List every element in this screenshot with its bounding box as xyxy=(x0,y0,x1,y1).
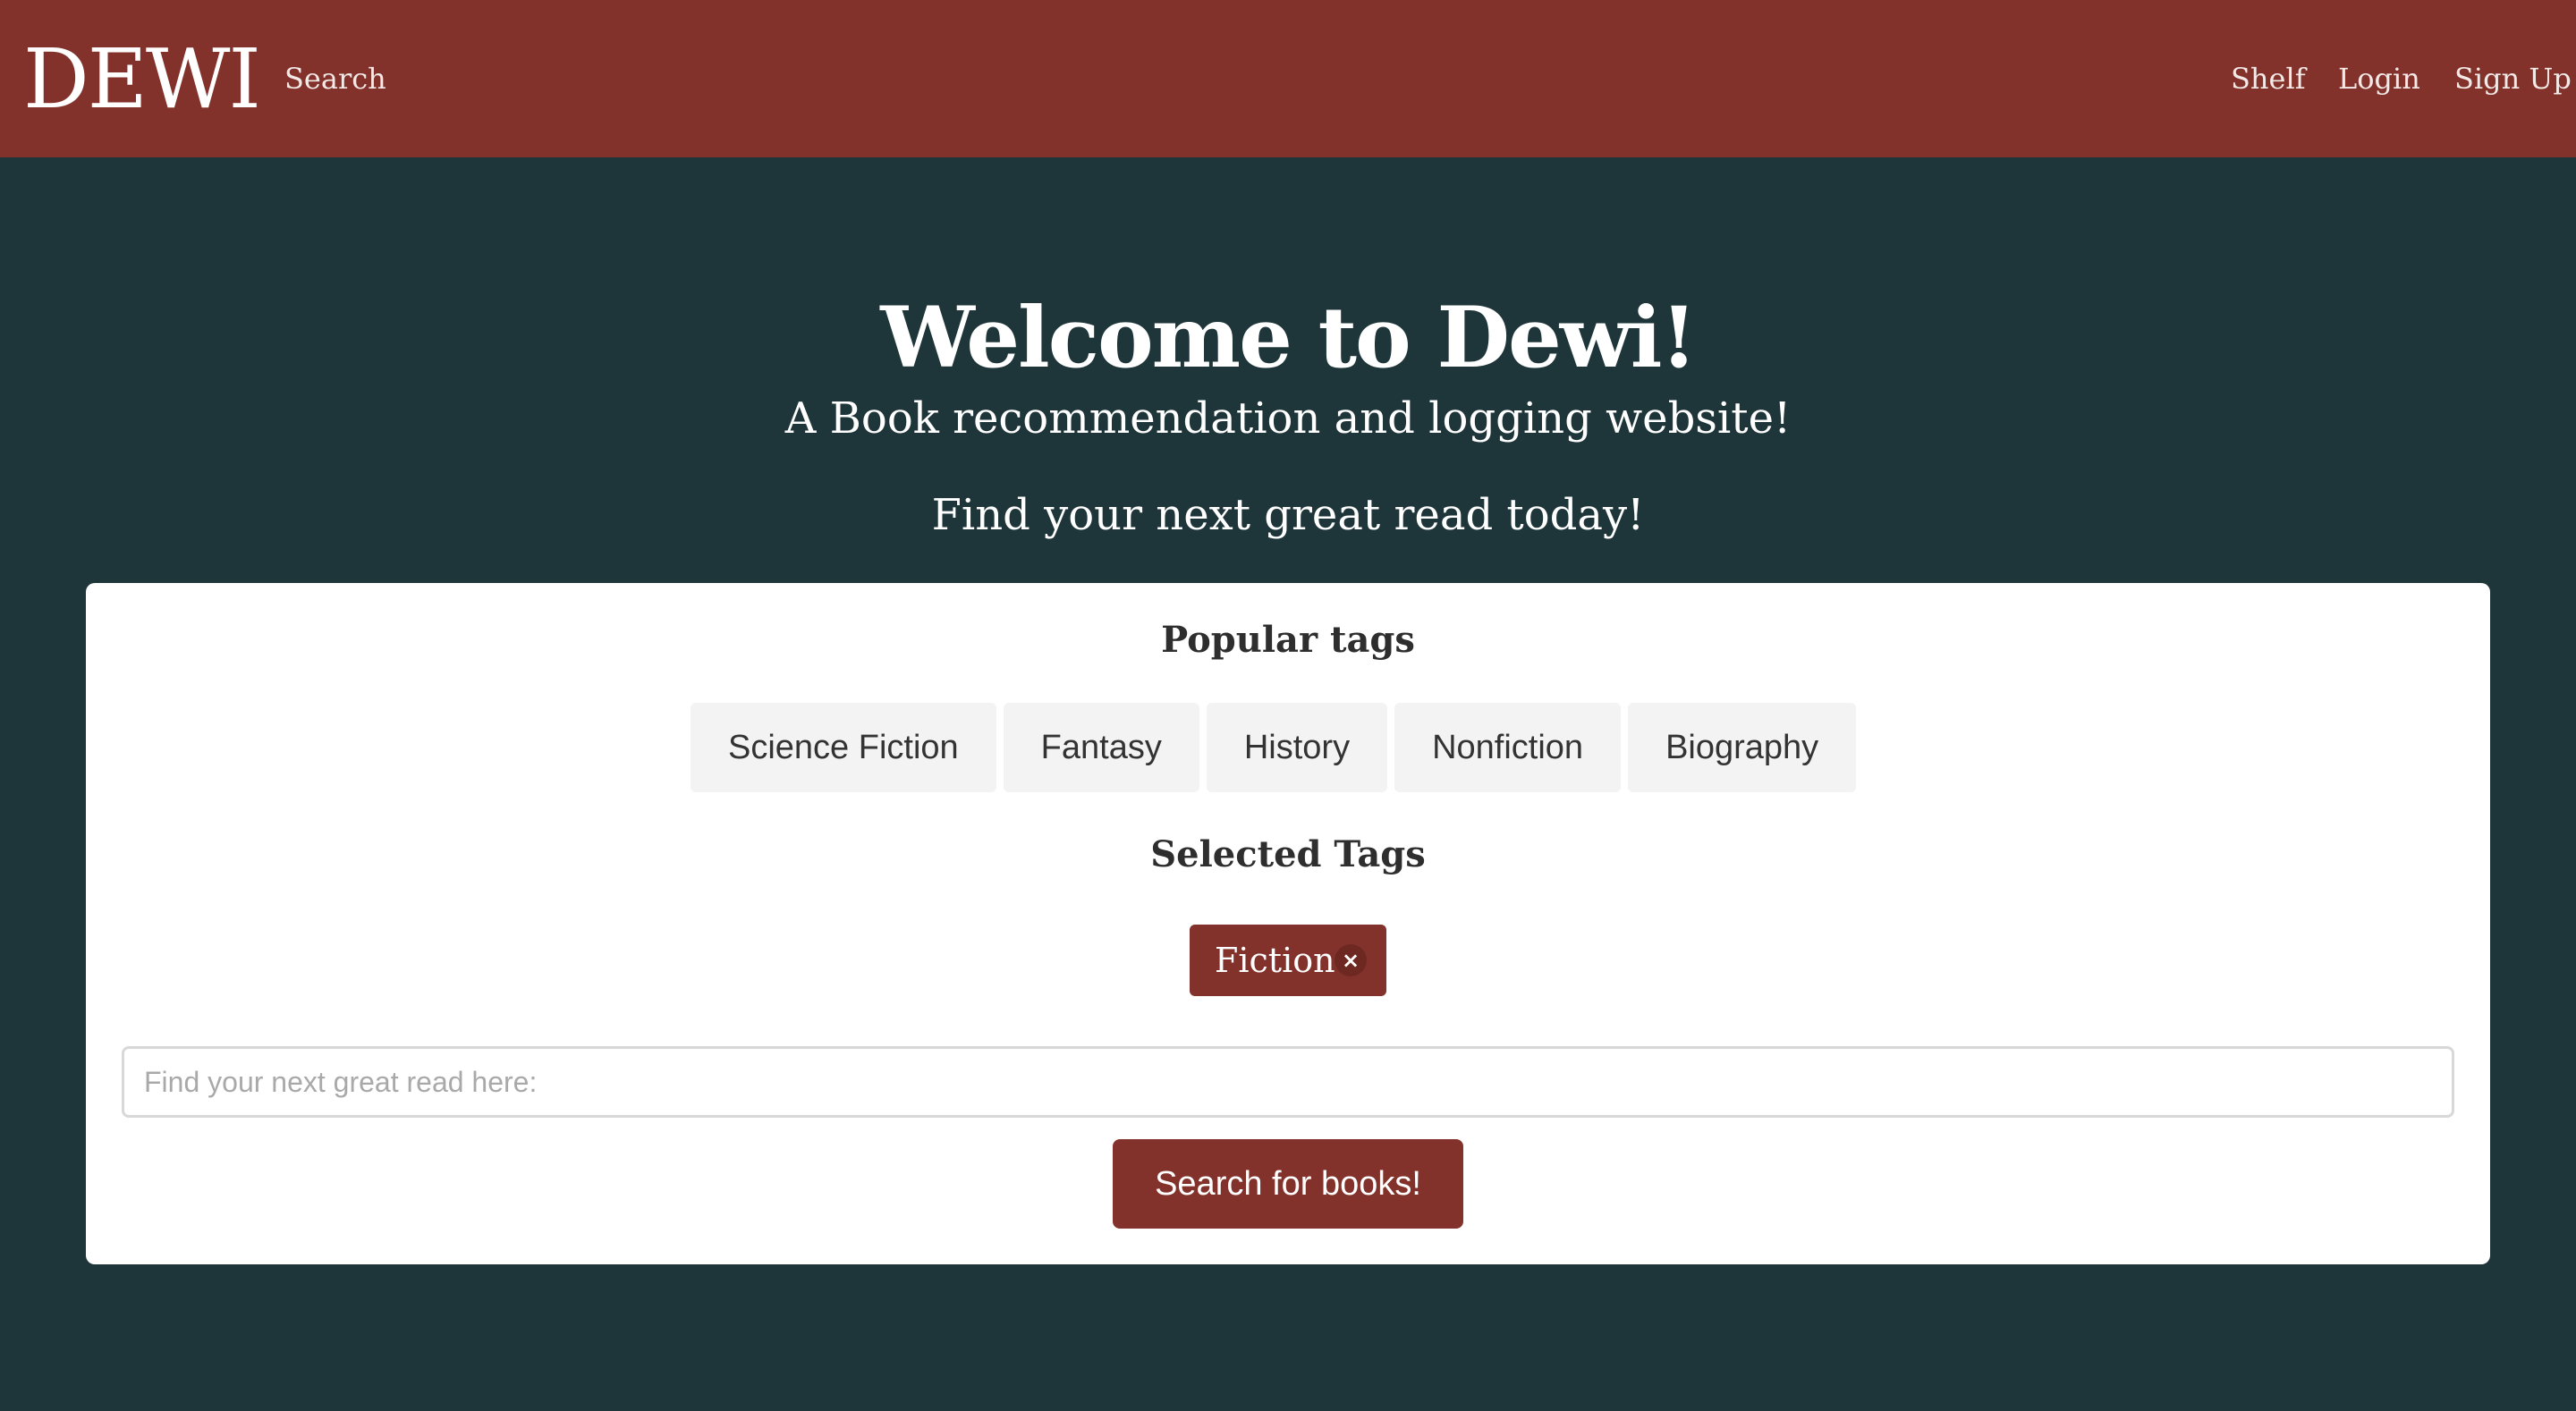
selected-tags-heading: Selected Tags xyxy=(1150,833,1426,875)
popular-tags-heading: Popular tags xyxy=(1161,619,1415,661)
tag-biography[interactable]: Biography xyxy=(1628,703,1857,792)
popular-tags-list: Science Fiction Fantasy History Nonficti… xyxy=(691,703,1857,792)
hero-title: Welcome to Dewi! xyxy=(880,289,1697,387)
nav-signup-link[interactable]: Sign Up xyxy=(2454,57,2572,100)
nav-shelf-link[interactable]: Shelf xyxy=(2231,57,2306,100)
nav-login-link[interactable]: Login xyxy=(2338,57,2420,100)
brand-logo[interactable]: DEWI xyxy=(23,21,261,138)
book-search-input[interactable] xyxy=(122,1046,2454,1118)
navbar: DEWI Search Shelf Login Sign Up xyxy=(0,0,2576,157)
nav-search-link[interactable]: Search xyxy=(284,57,386,100)
tag-fantasy[interactable]: Fantasy xyxy=(1003,703,1199,792)
selected-tag-fiction[interactable]: Fiction × xyxy=(1190,925,1386,996)
remove-tag-icon[interactable]: × xyxy=(1335,944,1367,976)
hero-subtitle: A Book recommendation and logging websit… xyxy=(784,393,1792,444)
hero-tagline: Find your next great read today! xyxy=(931,490,1645,540)
search-books-button[interactable]: Search for books! xyxy=(1113,1139,1463,1229)
search-card: Popular tags Science Fiction Fantasy His… xyxy=(86,583,2490,1264)
tag-history[interactable]: History xyxy=(1206,703,1388,792)
selected-tag-label: Fiction xyxy=(1215,941,1335,980)
tag-science-fiction[interactable]: Science Fiction xyxy=(691,703,996,792)
tag-nonfiction[interactable]: Nonfiction xyxy=(1394,703,1622,792)
